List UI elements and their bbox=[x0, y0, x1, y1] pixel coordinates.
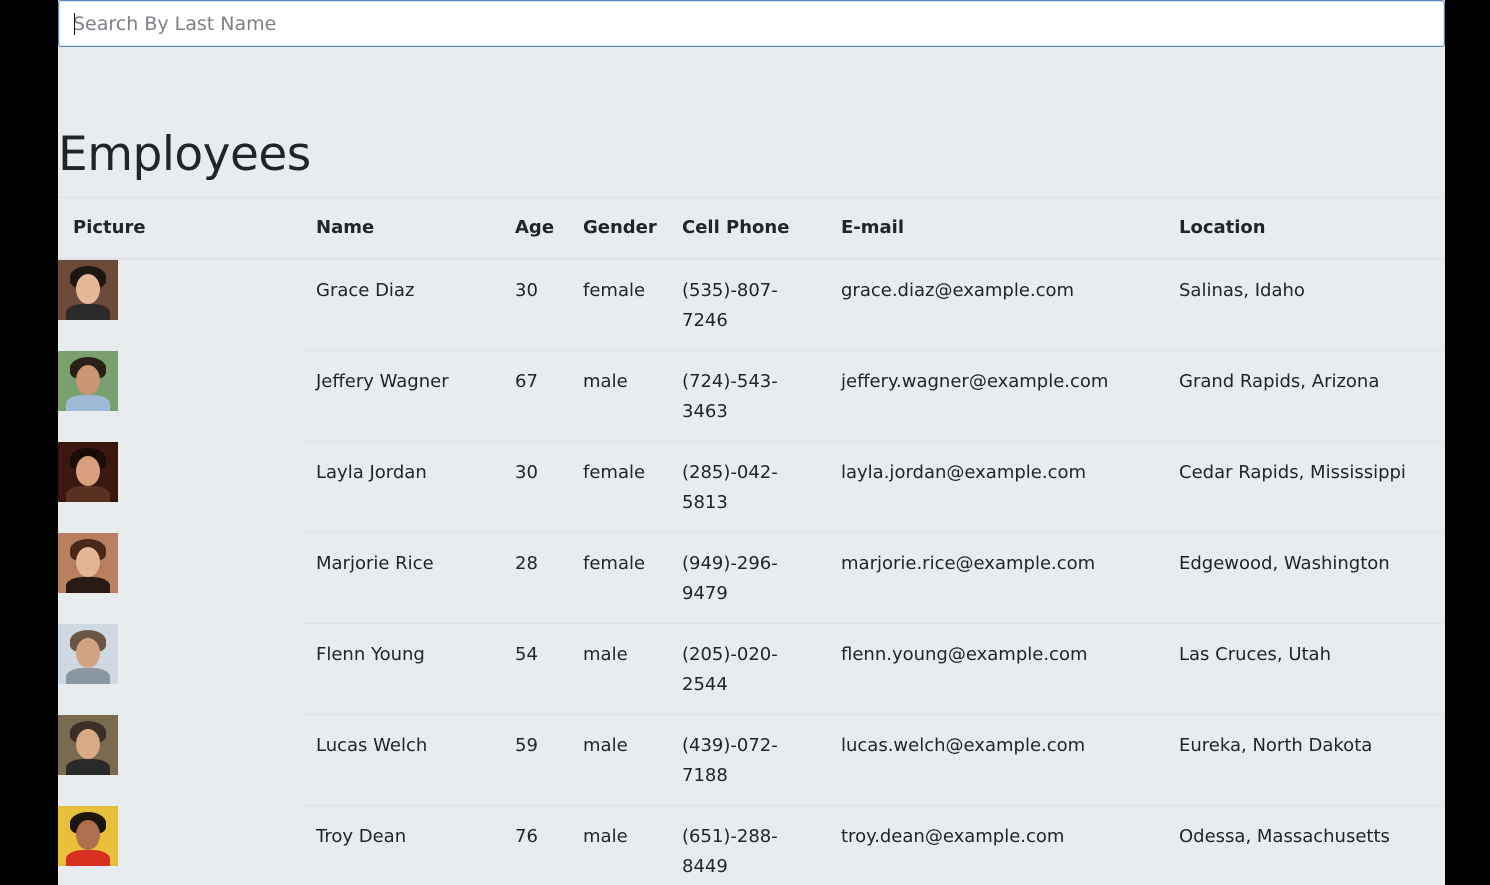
employee-name: Lucas Welch bbox=[316, 735, 428, 756]
header-divider bbox=[58, 258, 1445, 260]
column-header-cell-phone: Cell Phone bbox=[682, 217, 790, 238]
employee-gender: female bbox=[583, 462, 646, 483]
employee-email: marjorie.rice@example.com bbox=[841, 553, 1096, 574]
employee-location: Las Cruces, Utah bbox=[1179, 644, 1331, 665]
employee-email: jeffery.wagner@example.com bbox=[841, 371, 1109, 392]
employee-email: flenn.young@example.com bbox=[841, 644, 1088, 665]
column-header-email: E-mail bbox=[841, 217, 905, 238]
employee-name: Marjorie Rice bbox=[316, 553, 434, 574]
employee-location: Eureka, North Dakota bbox=[1179, 735, 1373, 756]
column-header-picture: Picture bbox=[73, 217, 146, 238]
employee-age: 28 bbox=[515, 553, 538, 574]
employee-phone-line-2: 5813 bbox=[682, 492, 728, 513]
employee-phone: (724)-543- 3463 bbox=[682, 367, 778, 427]
employee-phone-line-1: (724)-543- bbox=[682, 371, 778, 392]
employee-avatar bbox=[58, 624, 118, 684]
employee-phone-line-1: (535)-807- bbox=[682, 280, 778, 301]
row-divider bbox=[301, 623, 1445, 624]
employee-age: 76 bbox=[515, 826, 538, 847]
employee-phone: (535)-807- 7246 bbox=[682, 276, 778, 336]
employee-phone: (439)-072- 7188 bbox=[682, 731, 778, 791]
employee-phone-line-1: (205)-020- bbox=[682, 644, 778, 665]
row-divider bbox=[301, 350, 1445, 351]
employee-name: Layla Jordan bbox=[316, 462, 427, 483]
employee-phone: (205)-020- 2544 bbox=[682, 640, 778, 700]
employee-directory-page: Employees Picture Name Age Gender Cell P… bbox=[58, 0, 1445, 885]
employee-name: Flenn Young bbox=[316, 644, 425, 665]
row-divider bbox=[301, 441, 1445, 442]
employee-age: 30 bbox=[515, 280, 538, 301]
employee-email: layla.jordan@example.com bbox=[841, 462, 1087, 483]
employee-location: Edgewood, Washington bbox=[1179, 553, 1390, 574]
employee-email: lucas.welch@example.com bbox=[841, 735, 1086, 756]
employee-phone-line-1: (439)-072- bbox=[682, 735, 778, 756]
employee-age: 67 bbox=[515, 371, 538, 392]
employee-phone-line-2: 7188 bbox=[682, 765, 728, 786]
search-input[interactable] bbox=[73, 11, 1423, 37]
employee-phone-line-2: 7246 bbox=[682, 310, 728, 331]
search-box[interactable] bbox=[58, 0, 1445, 47]
employee-gender: male bbox=[583, 826, 628, 847]
row-divider bbox=[301, 532, 1445, 533]
employee-avatar bbox=[58, 351, 118, 411]
employee-age: 54 bbox=[515, 644, 538, 665]
employee-phone-line-2: 2544 bbox=[682, 674, 728, 695]
employee-gender: female bbox=[583, 280, 646, 301]
employee-location: Odessa, Massachusetts bbox=[1179, 826, 1390, 847]
employee-phone: (949)-296- 9479 bbox=[682, 549, 778, 609]
employee-avatar bbox=[58, 715, 118, 775]
employee-avatar bbox=[58, 806, 118, 866]
employee-phone-line-1: (651)-288- bbox=[682, 826, 778, 847]
column-header-gender: Gender bbox=[583, 217, 657, 238]
employee-gender: male bbox=[583, 371, 628, 392]
employee-location: Grand Rapids, Arizona bbox=[1179, 371, 1380, 392]
employee-avatar bbox=[58, 260, 118, 320]
divider bbox=[58, 197, 1445, 198]
employee-phone: (651)-288- 8449 bbox=[682, 822, 778, 882]
employee-gender: male bbox=[583, 735, 628, 756]
employee-gender: male bbox=[583, 644, 628, 665]
employee-phone-line-2: 9479 bbox=[682, 583, 728, 604]
employee-location: Salinas, Idaho bbox=[1179, 280, 1305, 301]
page-title: Employees bbox=[58, 127, 311, 182]
employee-phone: (285)-042- 5813 bbox=[682, 458, 778, 518]
employee-phone-line-2: 3463 bbox=[682, 401, 728, 422]
employee-phone-line-2: 8449 bbox=[682, 856, 728, 877]
employee-gender: female bbox=[583, 553, 646, 574]
column-header-location: Location bbox=[1179, 217, 1266, 238]
employee-name: Jeffery Wagner bbox=[316, 371, 449, 392]
employee-name: Grace Diaz bbox=[316, 280, 415, 301]
row-divider bbox=[301, 805, 1445, 806]
column-header-age: Age bbox=[515, 217, 555, 238]
employee-age: 59 bbox=[515, 735, 538, 756]
employee-name: Troy Dean bbox=[316, 826, 407, 847]
employee-age: 30 bbox=[515, 462, 538, 483]
text-caret bbox=[74, 13, 75, 35]
employee-phone-line-1: (949)-296- bbox=[682, 553, 778, 574]
column-header-name: Name bbox=[316, 217, 375, 238]
employee-phone-line-1: (285)-042- bbox=[682, 462, 778, 483]
employee-email: grace.diaz@example.com bbox=[841, 280, 1075, 301]
row-divider bbox=[301, 714, 1445, 715]
employee-email: troy.dean@example.com bbox=[841, 826, 1065, 847]
employee-avatar bbox=[58, 533, 118, 593]
employee-location: Cedar Rapids, Mississippi bbox=[1179, 462, 1406, 483]
employee-avatar bbox=[58, 442, 118, 502]
